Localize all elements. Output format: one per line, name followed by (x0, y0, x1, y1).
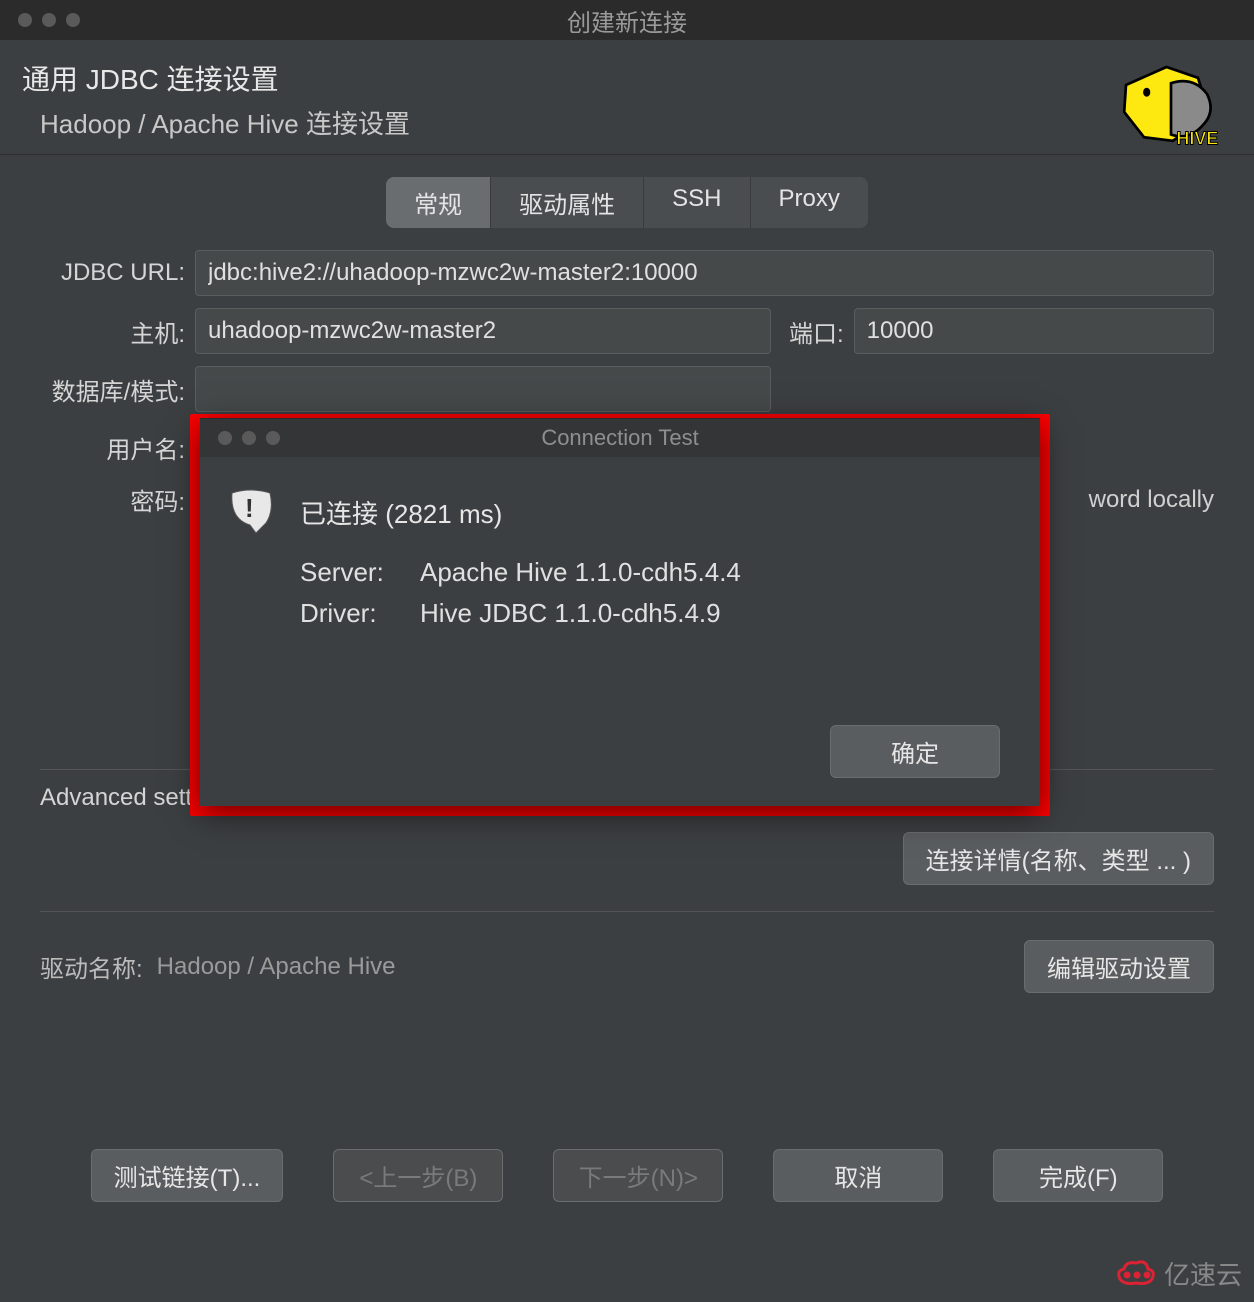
connected-status: 已连接 (2821 ms) (300, 494, 502, 531)
info-icon: ! (228, 489, 274, 535)
host-input[interactable] (195, 308, 771, 354)
watermark: 亿速云 (1114, 1255, 1242, 1292)
ok-button[interactable]: 确定 (830, 725, 1000, 778)
svg-text:!: ! (245, 493, 254, 523)
host-label: 主机: (40, 314, 195, 349)
finish-button[interactable]: 完成(F) (993, 1149, 1163, 1202)
back-button: <上一步(B) (333, 1149, 503, 1202)
jdbc-url-input[interactable] (195, 250, 1214, 296)
watermark-icon (1114, 1259, 1156, 1289)
jdbc-url-label: JDBC URL: (40, 259, 195, 287)
driver-name-value: Hadoop / Apache Hive (157, 953, 396, 981)
server-label: Server: (300, 557, 420, 588)
watermark-text: 亿速云 (1164, 1255, 1242, 1292)
save-password-partial-text: word locally (1089, 486, 1214, 514)
tabs: 常规 驱动属性 SSH Proxy (386, 177, 868, 228)
tab-proxy[interactable]: Proxy (751, 177, 868, 228)
driver-value: Hive JDBC 1.1.0-cdh5.4.9 (420, 598, 721, 629)
window-title: 创建新连接 (0, 3, 1254, 38)
port-label: 端口: (789, 314, 844, 349)
driver-name-label: 驱动名称: (40, 949, 143, 984)
dialog-header: 通用 JDBC 连接设置 Hadoop / Apache Hive 连接设置 H… (0, 40, 1254, 155)
database-label: 数据库/模式: (40, 372, 195, 407)
page-subtitle: Hadoop / Apache Hive 连接设置 (40, 104, 410, 141)
tab-ssh[interactable]: SSH (644, 177, 750, 228)
hive-logo-icon: HIVE (1116, 58, 1226, 148)
test-connection-button[interactable]: 测试链接(T)... (91, 1149, 284, 1202)
cancel-button[interactable]: 取消 (773, 1149, 943, 1202)
tab-general[interactable]: 常规 (386, 177, 491, 228)
divider (40, 911, 1214, 912)
username-label: 用户名: (40, 430, 195, 465)
dialog-titlebar: Connection Test (200, 419, 1040, 457)
svg-text:HIVE: HIVE (1176, 128, 1218, 148)
edit-driver-button[interactable]: 编辑驱动设置 (1024, 940, 1214, 993)
tab-driver-props[interactable]: 驱动属性 (491, 177, 644, 228)
window-titlebar: 创建新连接 (0, 0, 1254, 40)
connection-test-dialog: Connection Test ! 已连接 (2821 ms) Server: … (200, 418, 1040, 806)
dialog-title: Connection Test (200, 425, 1040, 451)
port-input[interactable] (854, 308, 1214, 354)
server-value: Apache Hive 1.1.0-cdh5.4.4 (420, 557, 741, 588)
password-label: 密码: (40, 482, 195, 517)
next-button: 下一步(N)> (553, 1149, 723, 1202)
connection-details-button[interactable]: 连接详情(名称、类型 ... ) (903, 832, 1214, 885)
database-input[interactable] (195, 366, 771, 412)
page-title: 通用 JDBC 连接设置 (22, 58, 410, 98)
wizard-buttons: 测试链接(T)... <上一步(B) 下一步(N)> 取消 完成(F) (0, 1149, 1254, 1202)
driver-label: Driver: (300, 598, 420, 629)
